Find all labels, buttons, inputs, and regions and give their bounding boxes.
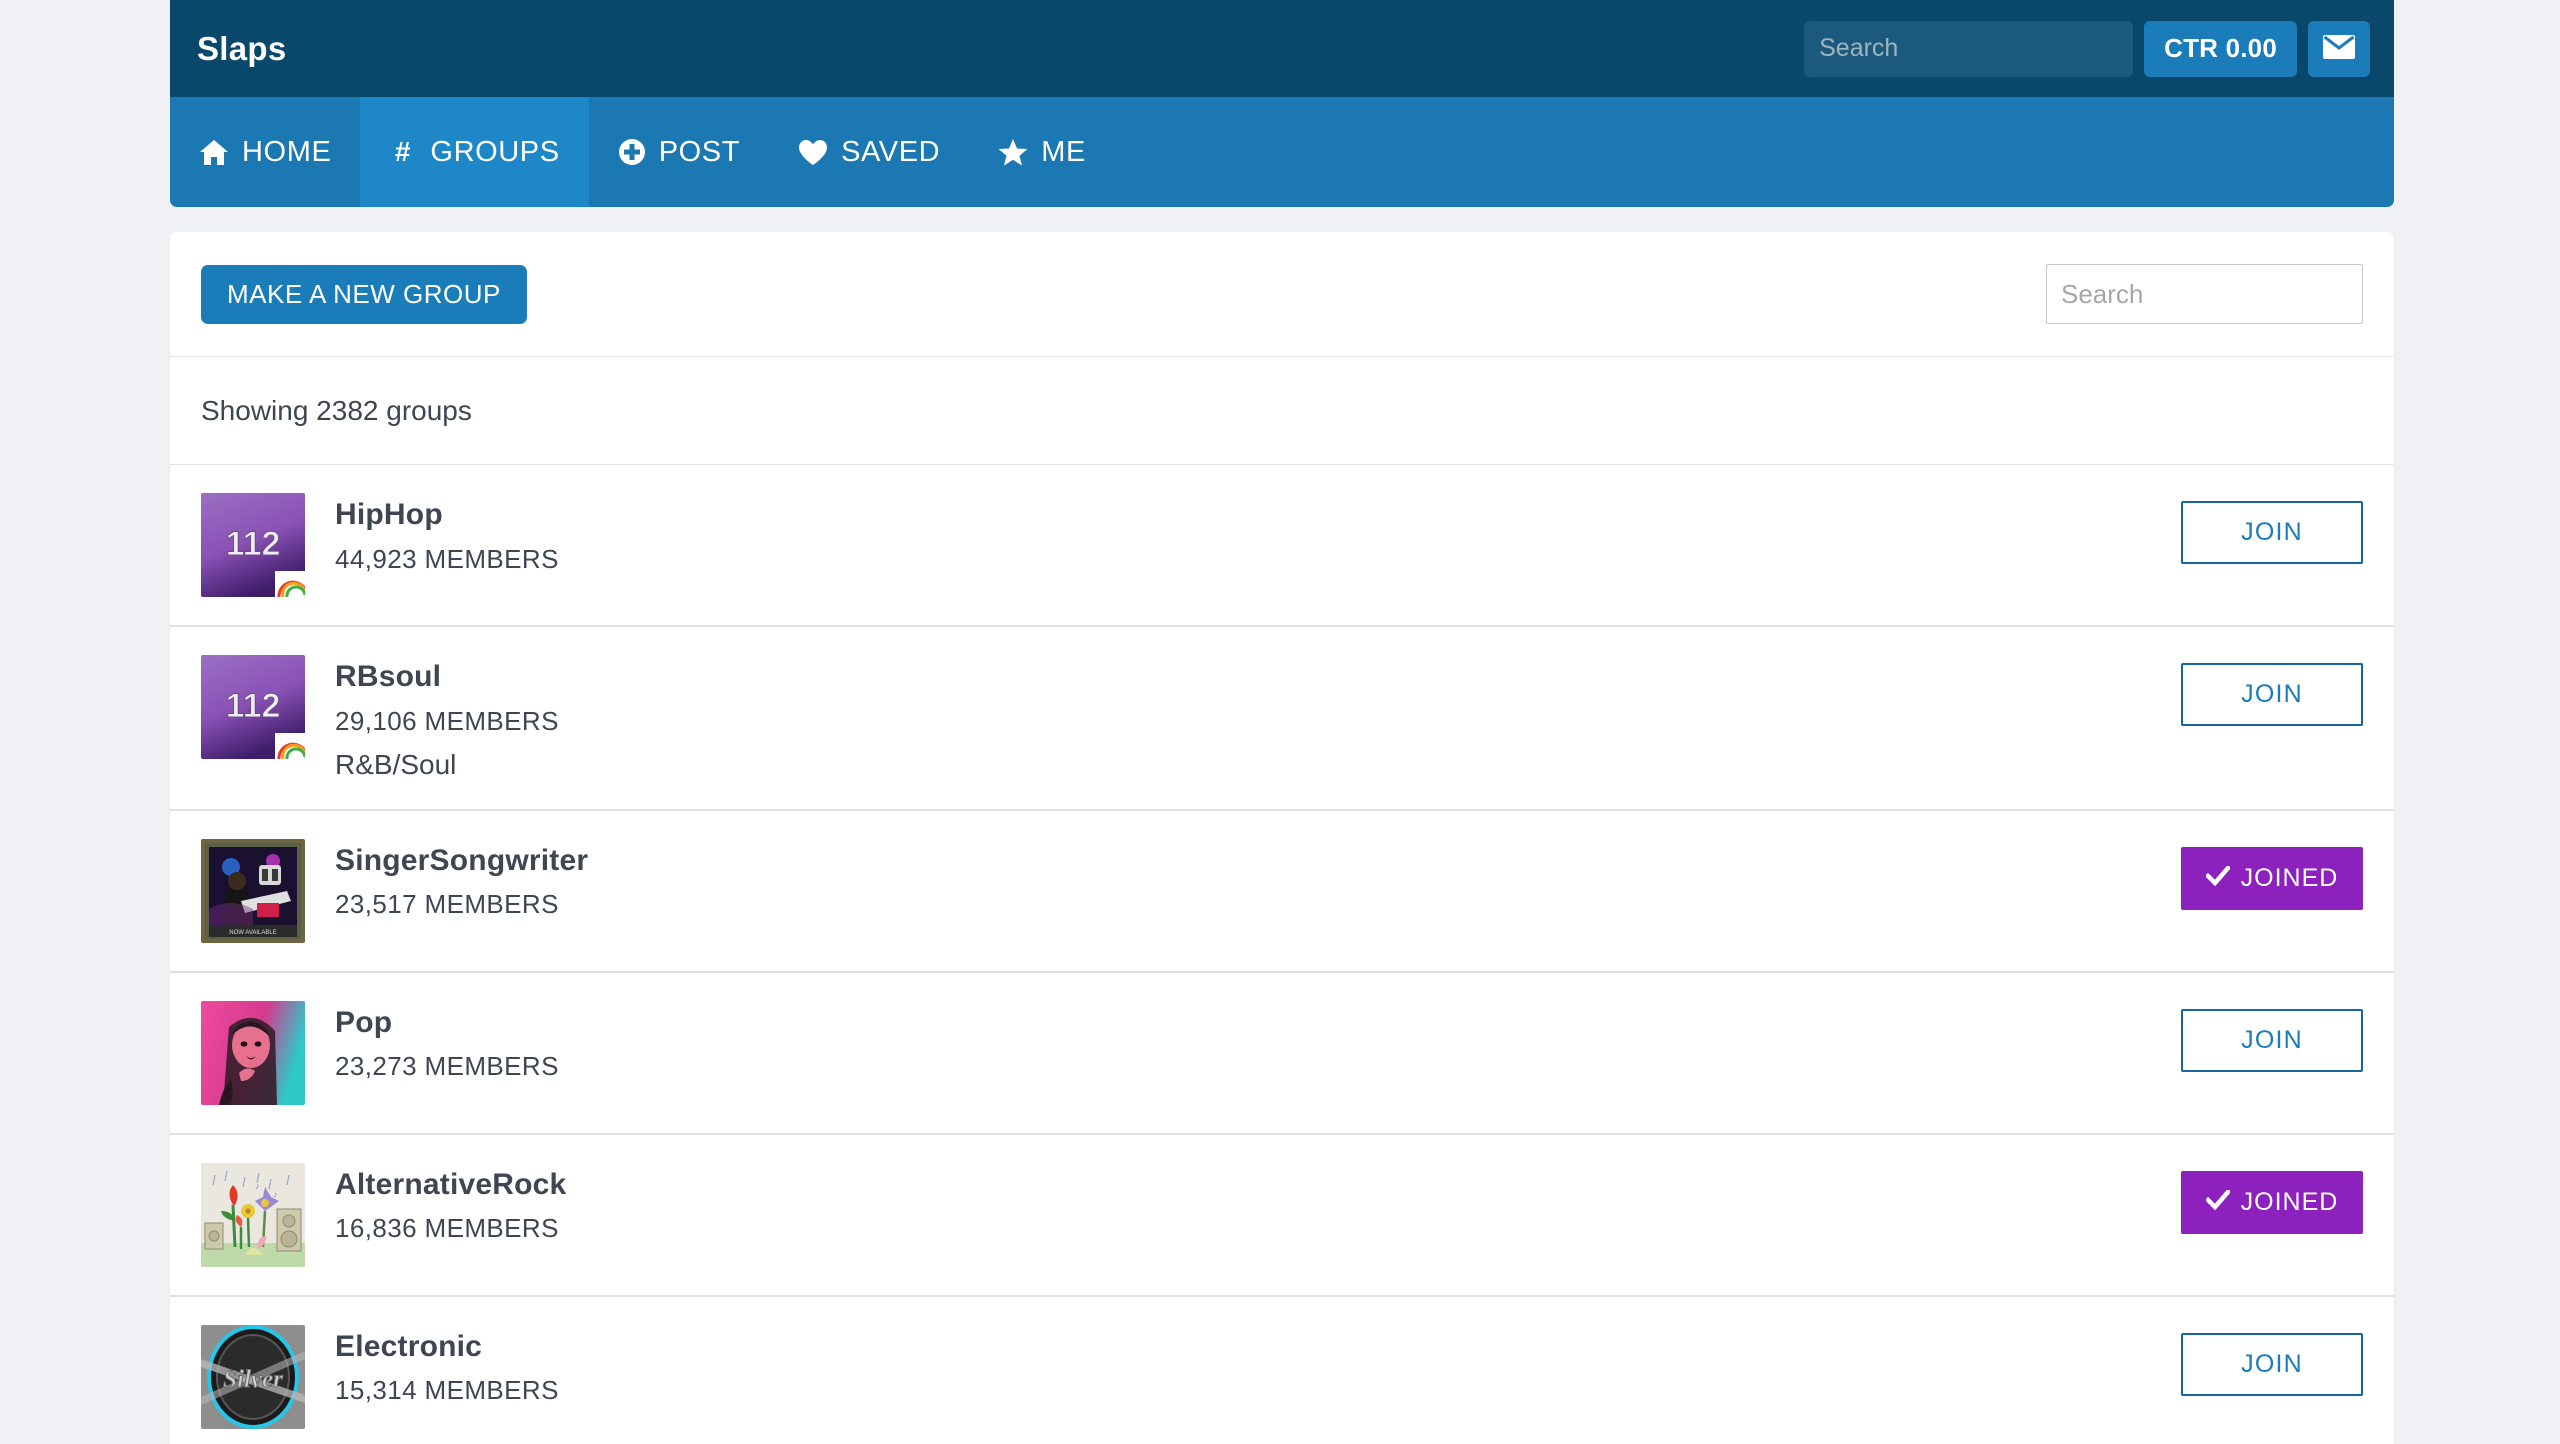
- group-member-count: 44,923 MEMBERS: [335, 543, 559, 574]
- joined-button[interactable]: JOINED: [2181, 846, 2363, 910]
- home-icon: [199, 139, 229, 166]
- plus-circle-icon: [618, 138, 646, 166]
- star-icon: [998, 138, 1028, 166]
- group-name: HipHop: [335, 498, 443, 531]
- group-info: HipHop 44,923 MEMBERS: [335, 493, 2181, 575]
- group-description: R&B/Soul: [335, 748, 457, 780]
- svg-text:Silver: Silver: [223, 1366, 283, 1393]
- svg-text:112: 112: [226, 525, 281, 563]
- group-member-count: 23,517 MEMBERS: [335, 889, 559, 919]
- hashtag-icon: #: [389, 138, 417, 166]
- nav-item-label: GROUPS: [430, 135, 560, 168]
- make-new-group-button[interactable]: MAKE A NEW GROUP: [201, 264, 527, 324]
- app-brand: Slaps: [197, 30, 287, 67]
- group-avatar-album-112-purple: 112: [201, 655, 305, 759]
- group-avatar-portrait-pink-teal: [201, 1000, 305, 1105]
- group-row-action: JOIN: [2181, 655, 2363, 726]
- group-info: RBsoul 29,106 MEMBERS R&B/Soul: [335, 655, 2181, 781]
- group-row[interactable]: NOW AVAILABLE SingerSongwriter 23,517 ME…: [170, 811, 2394, 973]
- messages-button[interactable]: [2308, 20, 2370, 77]
- groups-card: MAKE A NEW GROUP Showing 2382 groups 112…: [170, 232, 2394, 1444]
- group-member-count: 23,273 MEMBERS: [335, 1051, 559, 1081]
- nav-item-label: HOME: [242, 135, 332, 168]
- envelope-icon: [2323, 35, 2355, 62]
- svg-text:#: #: [395, 138, 411, 166]
- joined-button-label: JOINED: [2240, 863, 2339, 892]
- header-actions: CTR 0.00: [1804, 20, 2394, 77]
- nav-item-label: SAVED: [841, 135, 941, 168]
- nav-item-label: POST: [658, 135, 741, 168]
- group-member-count: 16,836 MEMBERS: [335, 1213, 559, 1243]
- results-count: Showing 2382 groups: [170, 357, 2394, 465]
- group-avatar-album-cover-concert: NOW AVAILABLE: [201, 838, 305, 943]
- group-row[interactable]: 112 RBsoul 29,106 MEMBERS R&B/Soul JOIN: [170, 627, 2394, 811]
- check-icon: [2204, 864, 2231, 893]
- joined-button-label: JOINED: [2240, 1187, 2339, 1216]
- group-row[interactable]: Pop 23,273 MEMBERS JOIN: [170, 973, 2394, 1135]
- results-count-text: Showing 2382 groups: [201, 394, 472, 426]
- nav-item-home[interactable]: HOME: [170, 97, 360, 207]
- page-root: Slaps CTR 0.00 HOME #: [0, 0, 2560, 1444]
- join-button[interactable]: JOIN: [2181, 663, 2363, 726]
- group-name: RBsoul: [335, 660, 442, 693]
- joined-button[interactable]: JOINED: [2181, 1170, 2363, 1234]
- group-list: 112 HipHop 44,923 MEMBERS JOIN 112 RBsou…: [170, 465, 2394, 1444]
- svg-text:♪: ♪: [255, 1181, 260, 1191]
- nav-item-groups[interactable]: # GROUPS: [360, 97, 589, 207]
- group-avatar-album-112-purple: 112: [201, 493, 305, 597]
- ctr-button[interactable]: CTR 0.00: [2144, 20, 2297, 77]
- nav-item-me[interactable]: ME: [969, 97, 1115, 207]
- group-info: Pop 23,273 MEMBERS: [335, 1001, 2181, 1083]
- group-name: Pop: [335, 1005, 393, 1039]
- group-name: Electronic: [335, 1329, 483, 1363]
- group-row-action: JOIN: [2181, 1001, 2363, 1072]
- group-search-input[interactable]: [2046, 264, 2363, 324]
- group-name: AlternativeRock: [335, 1167, 567, 1201]
- group-row-action: JOIN: [2181, 493, 2363, 564]
- nav-item-saved[interactable]: SAVED: [769, 97, 969, 207]
- group-info: Electronic 15,314 MEMBERS: [335, 1325, 2181, 1407]
- group-member-count: 15,314 MEMBERS: [335, 1375, 559, 1405]
- group-info: SingerSongwriter 23,517 MEMBERS: [335, 839, 2181, 921]
- svg-text:♪: ♪: [273, 1190, 277, 1199]
- nav-item-label: ME: [1041, 135, 1086, 168]
- svg-text:112: 112: [226, 687, 281, 725]
- svg-text:NOW AVAILABLE: NOW AVAILABLE: [229, 930, 276, 936]
- main-nav: HOME # GROUPS POST SAVED ME: [170, 97, 2394, 207]
- join-button[interactable]: JOIN: [2181, 501, 2363, 564]
- check-icon: [2204, 1188, 2231, 1217]
- group-info: AlternativeRock 16,836 MEMBERS: [335, 1163, 2181, 1245]
- group-row[interactable]: Silver Electronic 15,314 MEMBERS JOIN: [170, 1297, 2394, 1444]
- group-row[interactable]: ♪ ♪ AlternativeRock 16,836 MEMBERS JOINE…: [170, 1135, 2394, 1297]
- group-row-action: JOINED: [2181, 1163, 2363, 1234]
- header-search-input[interactable]: [1804, 20, 2134, 77]
- app-header: Slaps CTR 0.00: [170, 0, 2394, 97]
- nav-item-post[interactable]: POST: [589, 97, 769, 207]
- group-member-count: 29,106 MEMBERS: [335, 705, 559, 736]
- join-button[interactable]: JOIN: [2181, 1008, 2363, 1072]
- group-row-action: JOIN: [2181, 1325, 2363, 1396]
- group-avatar-silver-badge-logo: Silver: [201, 1324, 305, 1429]
- heart-icon: [798, 139, 828, 166]
- groups-toolbar: MAKE A NEW GROUP: [170, 232, 2394, 357]
- group-name: SingerSongwriter: [335, 843, 589, 877]
- group-avatar-flowers-speakers-drawing: ♪ ♪: [201, 1162, 305, 1267]
- group-row-action: JOINED: [2181, 839, 2363, 910]
- join-button[interactable]: JOIN: [2181, 1332, 2363, 1396]
- group-row[interactable]: 112 HipHop 44,923 MEMBERS JOIN: [170, 465, 2394, 627]
